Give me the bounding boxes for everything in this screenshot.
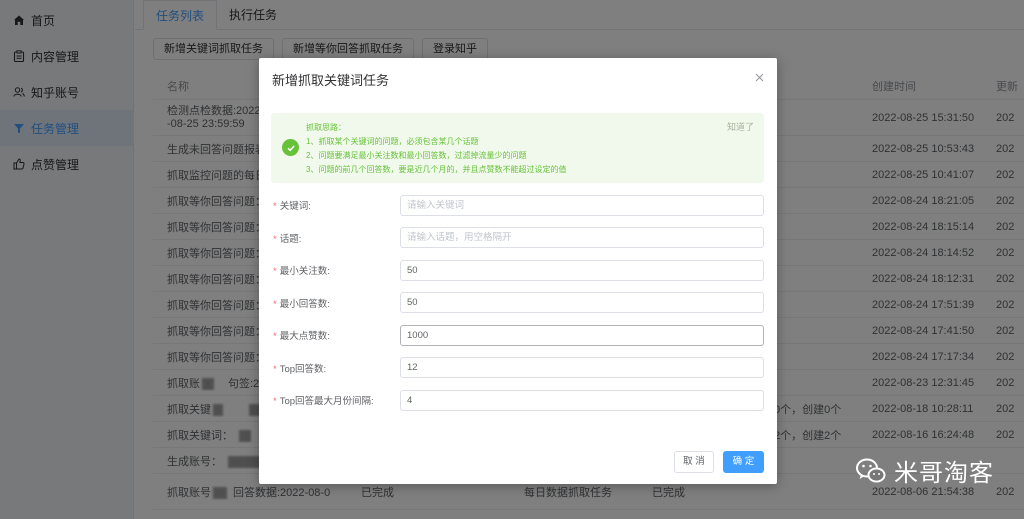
alert-line: 抓取思路： bbox=[306, 123, 346, 132]
form-row-keyword: * 关键词: 请输入关键词 bbox=[271, 189, 765, 222]
cancel-button[interactable]: 取 消 bbox=[674, 451, 714, 473]
form-row-min-answers: * 最小回答数: 50 bbox=[271, 287, 765, 320]
add-keyword-task-dialog: 新增抓取关键词任务 抓取思路： 1、抓取某个关键词的问题，必须包含某几个话题 2… bbox=[259, 58, 777, 484]
required-asterisk: * bbox=[273, 331, 277, 343]
required-asterisk: * bbox=[273, 201, 277, 213]
form-row-top-month-interval: * Top回答最大月份间隔: 4 bbox=[271, 384, 765, 417]
info-alert: 抓取思路： 1、抓取某个关键词的问题，必须包含某几个话题 2、问题要满足最小关注… bbox=[271, 113, 764, 183]
field-label: 话题: bbox=[279, 233, 302, 245]
keyword-input[interactable]: 请输入关键词 bbox=[400, 194, 764, 216]
alert-line: 1、抓取某个关键词的问题，必须包含某几个话题 bbox=[306, 137, 479, 146]
success-check-icon bbox=[282, 139, 299, 156]
required-asterisk: * bbox=[273, 266, 277, 278]
confirm-button[interactable]: 确 定 bbox=[723, 451, 764, 473]
topic-input[interactable]: 请输入话题，用空格隔开 bbox=[400, 227, 764, 249]
form-row-max-likes: * 最大点赞数: 1000 bbox=[271, 319, 765, 352]
form-row-min-followers: * 最小关注数: 50 bbox=[271, 254, 765, 287]
alert-dismiss-link[interactable]: 知道了 bbox=[727, 120, 754, 133]
field-label: 关键词: bbox=[279, 201, 311, 213]
required-asterisk: * bbox=[273, 233, 277, 245]
required-asterisk: * bbox=[273, 396, 277, 408]
field-label: 最小回答数: bbox=[279, 298, 330, 310]
min-followers-input[interactable]: 50 bbox=[400, 259, 764, 281]
field-label: 最小关注数: bbox=[279, 266, 330, 278]
top-month-interval-input[interactable]: 4 bbox=[400, 389, 764, 411]
wechat-logo-icon bbox=[856, 458, 886, 482]
field-label: 最大点赞数: bbox=[279, 331, 330, 343]
form-row-topic: * 话题: 请输入话题，用空格隔开 bbox=[271, 222, 765, 255]
max-likes-input[interactable]: 1000 bbox=[400, 324, 764, 346]
min-answers-input[interactable]: 50 bbox=[400, 292, 764, 314]
field-label: Top回答最大月份间隔: bbox=[279, 396, 374, 408]
watermark: 米哥淘客 bbox=[856, 453, 994, 488]
required-asterisk: * bbox=[273, 298, 277, 310]
dialog-title: 新增抓取关键词任务 bbox=[272, 73, 390, 88]
alert-line: 3、问题的前几个回答数，要是近几个月的，并且点赞数不能超过设定的值 bbox=[306, 165, 567, 174]
required-asterisk: * bbox=[273, 363, 277, 375]
watermark-text: 米哥淘客 bbox=[894, 459, 994, 487]
alert-content: 抓取思路： 1、抓取某个关键词的问题，必须包含某几个话题 2、问题要满足最小关注… bbox=[306, 121, 566, 177]
top-answers-input[interactable]: 12 bbox=[400, 357, 764, 379]
close-icon[interactable] bbox=[755, 70, 764, 85]
task-form: * 关键词: 请输入关键词 * 话题: 请输入话题，用空格隔开 * 最小关注数: 50… bbox=[271, 189, 765, 417]
alert-line: 2、问题要满足最小关注数和最小回答数，过滤掉流量少的问题 bbox=[306, 151, 527, 160]
field-label: Top回答数: bbox=[279, 363, 327, 375]
form-row-top-answers: * Top回答数: 12 bbox=[271, 352, 765, 385]
